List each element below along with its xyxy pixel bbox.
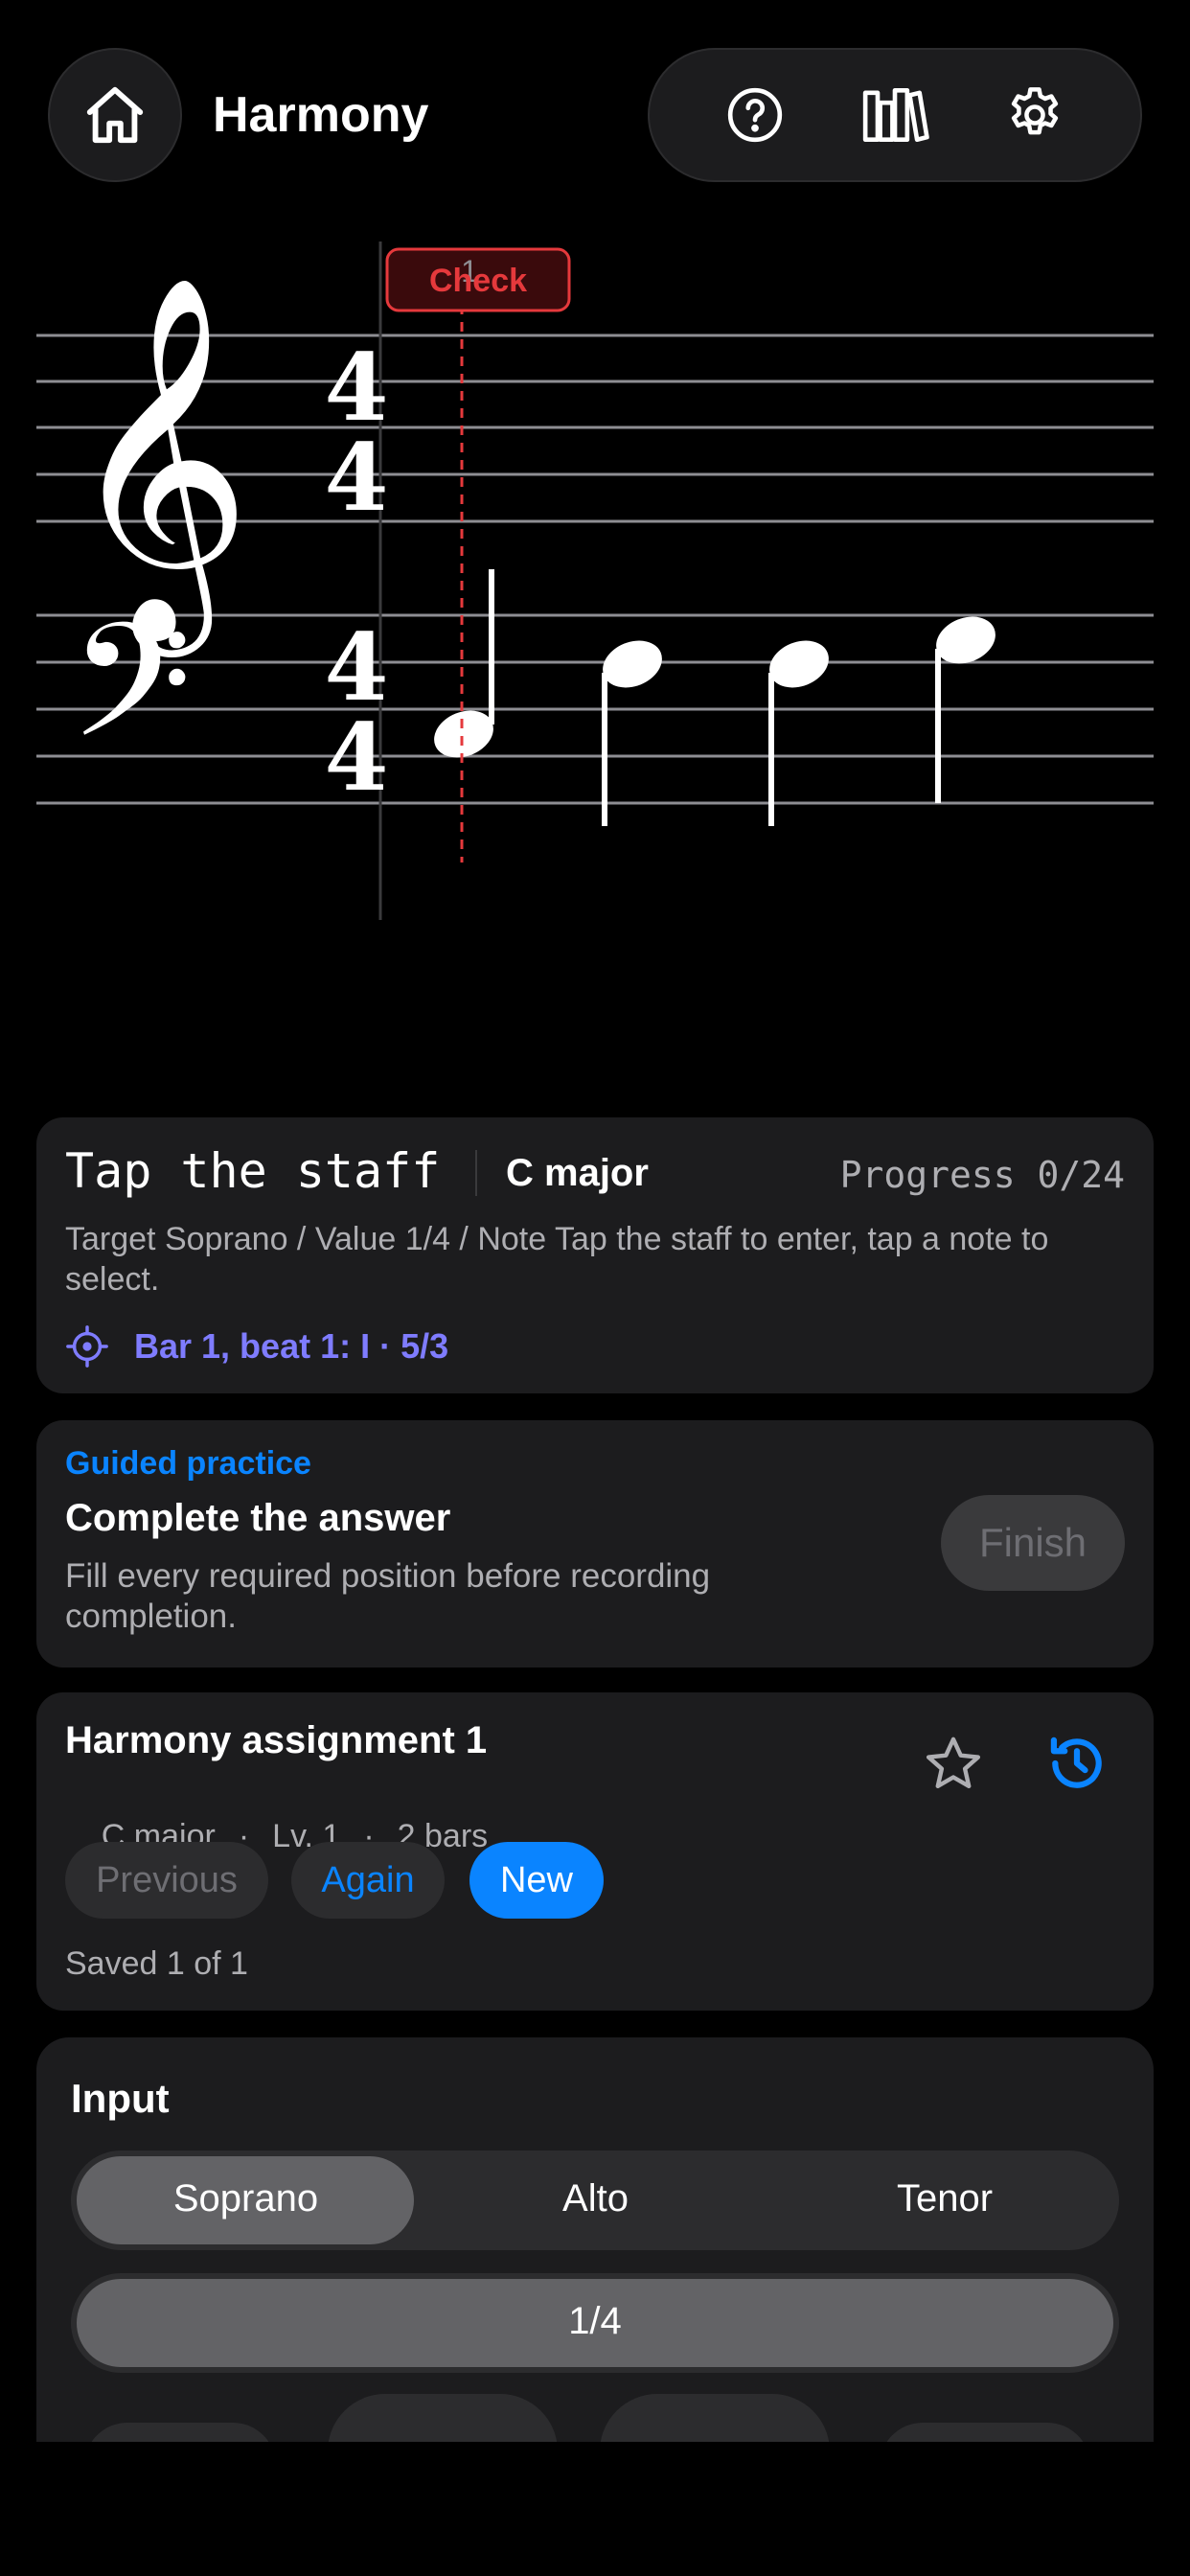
position-label: Bar 1, beat 1: I · 5/3 [134,1326,449,1366]
assignment-card: Harmony assignment 1 C major · Lv. 1 · 2 bar… [36,1692,1154,2011]
voice-tab-soprano[interactable]: Soprano [71,2150,421,2246]
note-3[interactable] [763,632,836,826]
new-button[interactable]: New [469,1842,604,1919]
note-1[interactable] [427,569,501,766]
finish-button[interactable]: Finish [941,1495,1125,1591]
note-value-label: 1/4 [568,2299,622,2342]
note-2[interactable] [596,632,670,826]
check-label: Check [429,263,527,299]
saved-count: Saved 1 of 1 [65,1945,248,1982]
guided-kicker: Guided practice [65,1445,311,1482]
app-title: Harmony [213,87,429,143]
assignment-title: Harmony assignment 1 [65,1719,488,1761]
input-mode-label: Tap the staff [65,1143,441,1199]
library-icon [862,87,929,143]
bass-clef-icon: 𝄢 [69,589,193,813]
check-button[interactable]: 1 Check [385,247,571,312]
guided-description: Fill every required position before reco… [65,1557,711,1635]
note-4[interactable] [929,609,1003,803]
settings-button[interactable] [996,77,1073,153]
help-button[interactable] [717,77,793,153]
library-button[interactable] [857,77,933,153]
guided-title: Complete the answer [65,1497,451,1539]
note-value-selector[interactable]: 1/4 [71,2273,1119,2373]
home-button[interactable] [48,48,182,182]
hint-text: Target Soprano / Value 1/4 / Note Tap th… [65,1221,1049,1298]
voice-tab-tenor[interactable]: Tenor [770,2150,1119,2246]
target-icon [66,1325,108,1368]
bottom-fade [0,2442,1190,2576]
guided-practice-card: Guided practice Complete the answer Fill… [36,1420,1154,1668]
help-icon [727,87,783,143]
progress-label: Progress 0/24 [839,1154,1125,1196]
favorite-star-icon[interactable] [922,1733,985,1796]
status-card: Tap the staff C major Progress 0/24 Targ… [36,1117,1154,1393]
voice-tab-alto[interactable]: Alto [421,2150,770,2246]
again-button[interactable]: Again [291,1842,445,1919]
input-panel: Input Soprano Alto Tenor 1/4 [36,2037,1154,2509]
voice-segmented-control: Soprano Alto Tenor [71,2150,1119,2250]
home-icon [86,86,144,144]
key-label: C major [506,1152,649,1194]
treble-time-bottom: 4 [325,424,389,532]
music-staff[interactable]: 𝄞 𝄢 4 4 4 4 1 Check [0,230,1190,939]
history-icon[interactable] [1044,1731,1110,1796]
bass-time-bottom: 4 [325,703,389,812]
input-title: Input [71,2076,170,2121]
gear-icon [1011,87,1059,135]
divider [475,1150,477,1196]
toolbar [648,48,1142,182]
previous-button[interactable]: Previous [65,1842,268,1919]
